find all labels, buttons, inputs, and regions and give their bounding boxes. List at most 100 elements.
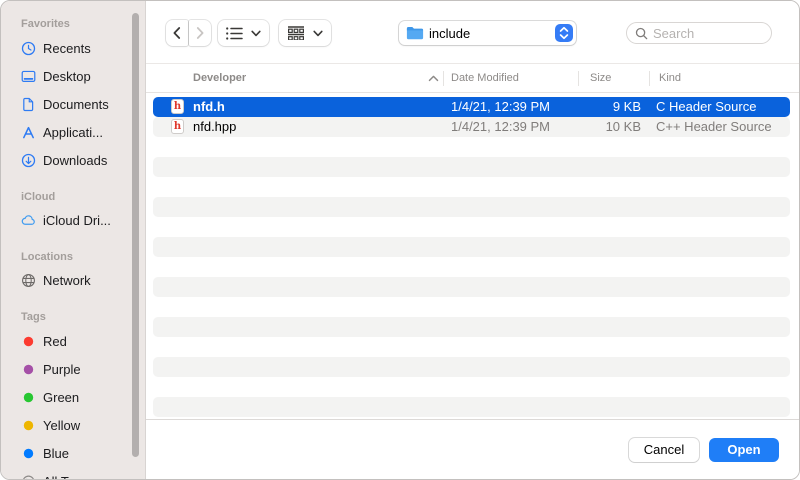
open-button[interactable]: Open (709, 438, 779, 462)
group-view-button[interactable] (279, 20, 331, 46)
sidebar-section-favorites: Favorites (21, 17, 145, 31)
file-row-nfd-h[interactable]: h nfd.h 1/4/21, 12:39 PM 9 KB C Header S… (153, 97, 790, 117)
sidebar: Favorites Recents Desktop Documents Appl… (1, 1, 146, 479)
tag-dot-icon (21, 389, 36, 405)
cancel-button[interactable]: Cancel (629, 438, 699, 462)
sidebar-item-label: Purple (43, 362, 81, 377)
sidebar-item-downloads[interactable]: Downloads (1, 146, 145, 174)
chevron-right-icon (195, 26, 205, 40)
chevron-down-icon (251, 30, 261, 37)
empty-row-stripes (153, 137, 790, 417)
sidebar-item-label: Blue (43, 446, 69, 461)
sidebar-scrollbar[interactable] (132, 13, 139, 457)
header-file-icon: h (171, 119, 184, 134)
sidebar-section-locations: Locations (21, 250, 145, 264)
empty-row (153, 237, 790, 257)
column-divider (649, 71, 650, 86)
folder-popup-value: include (429, 26, 555, 41)
column-header-date-modified[interactable]: Date Modified (451, 64, 519, 93)
sidebar-item-all-tags[interactable]: All Tags (1, 467, 145, 480)
chevron-left-icon (172, 26, 182, 40)
file-open-dialog: Favorites Recents Desktop Documents Appl… (0, 0, 800, 480)
sidebar-item-label: Yellow (43, 418, 80, 433)
list-view-button[interactable] (218, 20, 269, 46)
tag-ring-icon (21, 473, 36, 480)
main-panel: include Developer Date Modified Size Kin… (146, 1, 799, 479)
header-file-icon: h (171, 99, 184, 114)
back-button[interactable] (166, 20, 188, 46)
file-kind: C++ Header Source (656, 117, 772, 137)
sidebar-item-label: Applicati... (43, 125, 103, 140)
sidebar-item-tag-red[interactable]: Red (1, 327, 145, 355)
empty-row (153, 257, 790, 277)
file-kind: C Header Source (656, 97, 756, 117)
sidebar-item-label: Recents (43, 41, 91, 56)
sidebar-item-applications[interactable]: Applicati... (1, 118, 145, 146)
file-list: h nfd.h 1/4/21, 12:39 PM 9 KB C Header S… (153, 97, 790, 417)
empty-row (153, 377, 790, 397)
sidebar-item-label: Network (43, 273, 91, 288)
sidebar-item-tag-green[interactable]: Green (1, 383, 145, 411)
download-icon (21, 152, 36, 168)
empty-row (153, 177, 790, 197)
sidebar-section-tags: Tags (21, 310, 145, 324)
empty-row (153, 157, 790, 177)
globe-icon (21, 272, 36, 288)
column-header-size[interactable]: Size (590, 64, 611, 93)
search-field[interactable] (626, 22, 772, 44)
forward-button[interactable] (189, 20, 211, 46)
file-name: nfd.hpp (193, 117, 236, 137)
sort-ascending-icon (428, 75, 439, 82)
clock-icon (21, 40, 36, 56)
sidebar-item-icloud-drive[interactable]: iCloud Dri... (1, 206, 145, 234)
empty-row (153, 357, 790, 377)
tag-dot-icon (21, 333, 36, 349)
sidebar-item-label: iCloud Dri... (43, 213, 111, 228)
empty-row (153, 397, 790, 417)
search-input[interactable] (653, 26, 758, 41)
sidebar-item-tag-purple[interactable]: Purple (1, 355, 145, 383)
sidebar-item-label: Red (43, 334, 67, 349)
sidebar-section-icloud: iCloud (21, 190, 145, 204)
sidebar-item-desktop[interactable]: Desktop (1, 62, 145, 90)
document-icon (21, 96, 36, 112)
sidebar-item-label: Green (43, 390, 79, 405)
file-name: nfd.h (193, 97, 225, 117)
sidebar-item-documents[interactable]: Documents (1, 90, 145, 118)
tag-dot-icon (21, 417, 36, 433)
file-size: 9 KB (533, 97, 641, 117)
folder-popup-button[interactable]: include (399, 21, 576, 45)
empty-row (153, 217, 790, 237)
empty-row (153, 197, 790, 217)
cloud-icon (21, 212, 36, 228)
appstore-icon (21, 124, 36, 140)
empty-row (153, 337, 790, 357)
folder-icon (406, 26, 424, 40)
list-view-icon (226, 27, 243, 40)
tag-dot-icon (21, 361, 36, 377)
sidebar-item-label: Documents (43, 97, 109, 112)
table-header: Developer Date Modified Size Kind (146, 63, 799, 93)
desktop-icon (21, 68, 36, 84)
empty-row (153, 297, 790, 317)
file-row-nfd-hpp[interactable]: h nfd.hpp 1/4/21, 12:39 PM 10 KB C++ Hea… (153, 117, 790, 137)
empty-row (153, 317, 790, 337)
footer-divider (146, 419, 799, 420)
popup-stepper-icon (555, 24, 573, 42)
sidebar-item-network[interactable]: Network (1, 266, 145, 294)
search-icon (635, 27, 648, 40)
sidebar-item-label: All Tags (43, 474, 88, 480)
file-size: 10 KB (533, 117, 641, 137)
sidebar-item-tag-blue[interactable]: Blue (1, 439, 145, 467)
column-header-kind[interactable]: Kind (659, 64, 681, 93)
chevron-down-icon (313, 30, 323, 37)
empty-row (153, 137, 790, 157)
sidebar-item-recents[interactable]: Recents (1, 34, 145, 62)
empty-row (153, 277, 790, 297)
column-header-name[interactable]: Developer (193, 64, 246, 93)
column-divider (578, 71, 579, 86)
sidebar-item-tag-yellow[interactable]: Yellow (1, 411, 145, 439)
tag-dot-icon (21, 445, 36, 461)
column-divider (443, 71, 444, 86)
sidebar-item-label: Desktop (43, 69, 91, 84)
